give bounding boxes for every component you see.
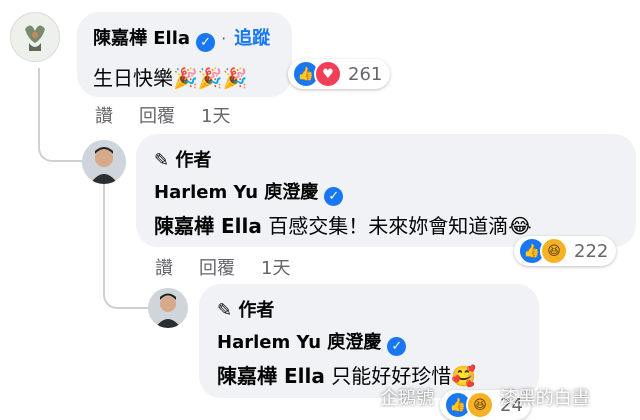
reply-body: 百感交集！未來妳會知道滴 xyxy=(268,214,509,238)
reply-timestamp[interactable]: 1天 xyxy=(261,258,290,279)
reaction-summary-2[interactable]: 👍 😆 222 xyxy=(514,236,617,266)
comment-body: 生日快樂 xyxy=(93,66,173,90)
verified-icon: ✓ xyxy=(387,337,407,356)
comment-timestamp[interactable]: 1天 xyxy=(201,106,230,127)
ella-avatar-image xyxy=(11,13,59,61)
reaction-summary-1[interactable]: 👍 ♥ 261 xyxy=(288,59,391,89)
reply-bubble-1: ✎ 作者 Harlem Yu 庾澄慶 ✓ 陳嘉樺 Ella 百感交集！未來妳會知道… xyxy=(136,134,636,247)
author-badge: 作者 xyxy=(238,300,275,321)
verified-icon: ✓ xyxy=(196,33,216,52)
reaction-count: 261 xyxy=(348,63,383,85)
like-action[interactable]: 讚 xyxy=(155,258,173,279)
pencil-icon: ✎ xyxy=(154,150,170,171)
reply-action[interactable]: 回覆 xyxy=(139,106,175,127)
mention-link[interactable]: 陳嘉樺 Ella xyxy=(217,364,325,388)
comment-author-name[interactable]: 陳嘉樺 Ella xyxy=(93,28,190,49)
comment-text-1: 生日快樂🎉🎉🎉 xyxy=(93,62,248,91)
reply-action[interactable]: 回覆 xyxy=(199,258,235,279)
laughing-emoji: 😂 xyxy=(508,214,532,238)
ella-avatar[interactable] xyxy=(10,12,60,62)
harlem-avatar-image xyxy=(148,288,188,328)
pencil-icon: ✎ xyxy=(217,300,233,321)
watermark-left: 企鵝號 xyxy=(380,388,434,409)
author-tag-1: ✎ 作者 xyxy=(154,146,211,172)
party-popper-emoji: 🎉🎉🎉 xyxy=(173,66,248,90)
reply-author-name[interactable]: Harlem Yu 庾澄慶 xyxy=(217,332,381,353)
watermark-right: 漆黑的白晝 xyxy=(499,388,590,409)
mention-link[interactable]: 陳嘉樺 Ella xyxy=(154,214,262,238)
harlem-avatar-image xyxy=(82,140,126,184)
like-action[interactable]: 讚 xyxy=(95,106,113,127)
author-badge: 作者 xyxy=(175,150,212,171)
watermark: 企鵝號 漆黑的白晝 xyxy=(380,384,590,410)
comment-bubble-1: 陳嘉樺 Ella ✓ · 追蹤 生日快樂🎉🎉🎉 xyxy=(77,12,292,97)
reply-bubble-2: ✎ 作者 Harlem Yu 庾澄慶 ✓ 陳嘉樺 Ella 只能好好珍惜🥰 xyxy=(199,284,539,398)
verified-icon: ✓ xyxy=(324,187,344,206)
follow-button[interactable]: 追蹤 xyxy=(234,28,270,49)
reply-header-1: Harlem Yu 庾澄慶 ✓ xyxy=(154,178,344,206)
comment-header-1: 陳嘉樺 Ella ✓ · 追蹤 xyxy=(93,24,270,52)
haha-reaction-icon: 😆 xyxy=(540,237,568,265)
separator-dot: · xyxy=(221,29,227,48)
reaction-count: 222 xyxy=(574,240,609,262)
harlem-avatar[interactable] xyxy=(82,140,126,184)
reply-text-1: 陳嘉樺 Ella 百感交集！未來妳會知道滴😂 xyxy=(154,210,532,239)
reply-actions-1: 讚 回覆 1天 xyxy=(155,254,290,280)
reply-header-2: Harlem Yu 庾澄慶 ✓ xyxy=(217,328,407,356)
harlem-avatar[interactable] xyxy=(148,288,188,328)
author-tag-2: ✎ 作者 xyxy=(217,296,274,322)
love-reaction-icon: ♥ xyxy=(314,60,342,88)
comment-actions-1: 讚 回覆 1天 xyxy=(95,102,230,128)
reply-author-name[interactable]: Harlem Yu 庾澄慶 xyxy=(154,182,318,203)
